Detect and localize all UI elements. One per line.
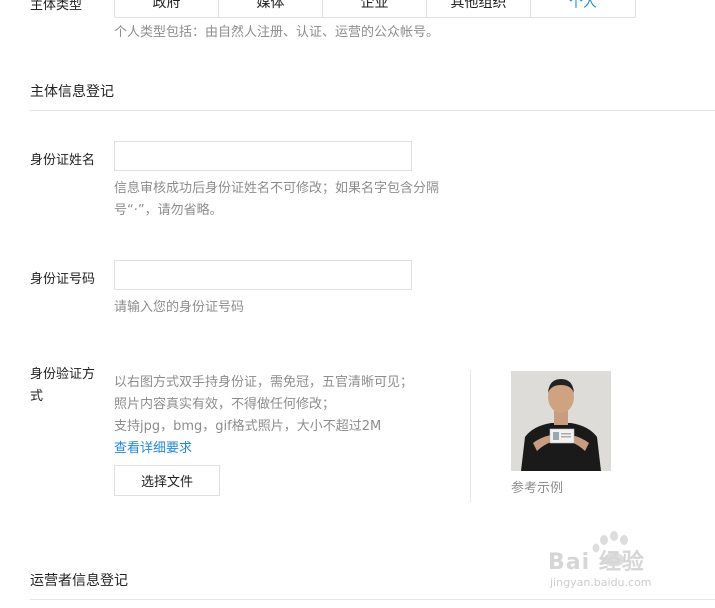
watermark-brand: Bai 经验 (548, 550, 645, 575)
id-name-input[interactable] (114, 141, 412, 171)
section-divider (30, 110, 715, 111)
view-details-link[interactable]: 查看详细要求 (114, 438, 464, 460)
id-verify-hint-line-3: 支持jpg，bmg，gif格式照片，大小不超过2M (114, 419, 382, 434)
subject-type-option-enterprise[interactable]: 企业 (323, 0, 427, 17)
subject-type-option-other-org[interactable]: 其他组织 (427, 0, 531, 17)
subject-type-label: 主体类型 (30, 0, 83, 13)
choose-file-button[interactable]: 选择文件 (114, 465, 220, 496)
subject-type-option-media[interactable]: 媒体 (219, 0, 323, 17)
section-title-subject-info: 主体信息登记 (30, 84, 114, 100)
id-number-hint: 请输入您的身份证号码 (114, 300, 245, 315)
subject-type-option-government[interactable]: 政府 (115, 0, 219, 17)
id-name-hint-line-2: 号“·”，请勿省略。 (114, 203, 223, 218)
watermark-url: jingyan.baidu.com (550, 576, 652, 589)
subject-type-hint: 个人类型包括：由自然人注册、认证、运营的公众帐号。 (114, 25, 440, 40)
vertical-divider (470, 370, 471, 502)
example-caption: 参考示例 (511, 481, 564, 496)
id-verify-hint-line-2: 照片内容真实有效，不得做任何修改； (114, 397, 336, 412)
subject-type-selector: 政府 媒体 企业 其他组织 个人 (114, 0, 636, 18)
subject-type-option-individual[interactable]: 个人 (531, 0, 635, 17)
baidu-jingyan-watermark: Bai 经验 jingyan.baidu.com (548, 530, 708, 600)
id-name-label: 身份证姓名 (30, 153, 96, 168)
id-number-label: 身份证号码 (30, 272, 96, 287)
example-photo (511, 371, 611, 471)
id-name-hint-line-1: 信息审核成功后身份证姓名不可修改；如果名字包含分隔 (114, 181, 440, 196)
id-verify-label: 身份验证方 式 (30, 364, 95, 408)
id-number-input[interactable] (114, 260, 412, 290)
id-verify-label-line-2: 式 (30, 389, 44, 404)
id-verify-label-line-1: 身份验证方 (30, 367, 96, 382)
section-title-operator-info: 运营者信息登记 (30, 573, 128, 589)
example-photo-illustration (511, 371, 611, 471)
id-name-hint: 信息审核成功后身份证姓名不可修改；如果名字包含分隔 号“·”，请勿省略。 (114, 178, 474, 222)
id-verify-hint-line-1: 以右图方式双手持身份证，需免冠，五官清晰可见； (114, 375, 414, 390)
id-verify-hints: 以右图方式双手持身份证，需免冠，五官清晰可见； 照片内容真实有效，不得做任何修改… (114, 372, 464, 460)
